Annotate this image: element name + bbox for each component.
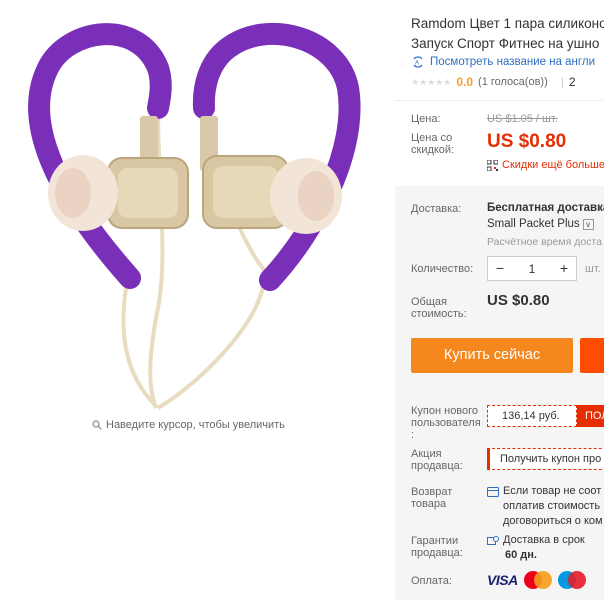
translate-title-link[interactable]: A Посмотреть название на англи <box>411 55 595 69</box>
total-label-line-2: стоимость: <box>411 308 467 320</box>
return-policy-icon <box>487 487 499 497</box>
guarantee-label: Гарантии продавца: <box>411 535 463 559</box>
returns-text-line-1: Если товар не соот <box>503 485 602 497</box>
quantity-increase-button[interactable]: + <box>552 257 576 280</box>
new-user-coupon-label-line-1: Купон нового <box>411 405 479 417</box>
product-title-line-2: Запуск Спорт Фитнес на ушно <box>411 36 600 51</box>
new-user-coupon-label-line-3: : <box>411 429 415 441</box>
buy-now-button[interactable]: Купить сейчас <box>411 338 573 373</box>
zoom-hint: Наведите курсор, чтобы увеличить <box>92 419 285 431</box>
shipping-label: Доставка: <box>411 203 462 215</box>
chevron-down-icon[interactable]: ∨ <box>582 218 594 230</box>
shipping-method-text[interactable]: Small Packet Plus <box>487 218 580 230</box>
guarantee-text: Доставка в срок <box>503 534 585 546</box>
product-title-line-1: Ramdom Цвет 1 пара силиконо <box>411 16 604 31</box>
seller-coupon-button[interactable]: Получить купон про <box>487 448 604 470</box>
original-price: US $1.05 / шт. <box>487 113 558 125</box>
rating-votes-link[interactable]: (1 голоса(ов)) <box>478 76 548 88</box>
zoom-hint-text: Наведите курсор, чтобы увеличить <box>106 419 285 431</box>
discount-price-label-line-1: Цена со <box>411 132 453 144</box>
add-to-cart-button[interactable] <box>580 338 604 373</box>
shipping-title: Бесплатная доставка <box>487 202 604 214</box>
returns-text-line-2: оплатив стоимость <box>503 500 601 512</box>
returns-policy-text: Если товар не соот оплатив стоимость дог… <box>503 484 603 529</box>
discount-price-label-line-2: скидкой: <box>411 144 455 156</box>
magnifier-icon <box>92 420 102 430</box>
quantity-decrease-button[interactable]: − <box>488 257 512 280</box>
returns-label-line-2: товара <box>411 498 447 510</box>
rating-value: 0.0 <box>456 75 474 89</box>
seller-promo-label: Акция продавца: <box>411 448 463 472</box>
returns-text-line-3: договориться о ком <box>503 515 603 527</box>
delivery-clock-icon <box>487 536 499 545</box>
rating-stars-icon: ★★★★★ <box>411 76 452 87</box>
payment-label: Оплата: <box>411 575 452 587</box>
price-label: Цена: <box>411 113 441 125</box>
quantity-label: Количество: <box>411 263 474 275</box>
purchase-options: Доставка: Бесплатная доставка Small Pack… <box>395 186 604 600</box>
qr-code-icon <box>487 159 498 171</box>
mastercard-icon <box>523 571 552 589</box>
svg-text:A: A <box>415 61 419 67</box>
new-user-coupon-value: 136,14 руб. <box>487 405 577 427</box>
payment-methods: VISA <box>487 571 586 589</box>
app-discount-link[interactable]: Скидки ещё больше <box>487 159 604 171</box>
seller-promo-label-line-1: Акция <box>411 448 442 460</box>
quantity-input[interactable]: 1 <box>512 262 552 276</box>
product-image[interactable] <box>8 8 388 418</box>
total-label: Общая стоимость: <box>411 296 467 320</box>
quantity-unit: шт. <box>585 263 601 275</box>
orders-count: 2 <box>568 75 576 89</box>
divider: | <box>560 75 564 89</box>
total-label-line-1: Общая <box>411 296 447 308</box>
price-box: Цена: US $1.05 / шт. Цена со скидкой: US… <box>395 100 604 185</box>
seller-promo-label-line-2: продавца: <box>411 460 463 472</box>
new-user-coupon-label-line-2: пользователя <box>411 417 481 429</box>
delivery-guarantee: Доставка в срок 60 дн. <box>487 533 585 563</box>
shipping-eta: Расчётное время доста <box>487 236 602 248</box>
translate-icon: A <box>413 56 423 68</box>
maestro-icon <box>557 571 586 589</box>
guarantee-label-line-2: продавца: <box>411 547 463 559</box>
shipping-method-select[interactable]: Small Packet Plus ∨ <box>487 218 594 230</box>
product-title: Ramdom Цвет 1 пара силиконо Запуск Спорт… <box>411 14 604 54</box>
product-detail-panel: Ramdom Цвет 1 пара силиконо Запуск Спорт… <box>395 0 604 600</box>
guarantee-days: 60 дн. <box>505 549 537 561</box>
product-gallery: Наведите курсор, чтобы увеличить <box>0 0 395 600</box>
guarantee-label-line-1: Гарантии <box>411 535 459 547</box>
new-user-coupon-label: Купон нового пользователя : <box>411 405 481 441</box>
discount-price: US $0.80 <box>487 131 567 152</box>
quantity-stepper: − 1 + <box>487 256 577 281</box>
returns-policy: Если товар не соот оплатив стоимость дог… <box>487 484 604 529</box>
total-price: US $0.80 <box>487 292 550 309</box>
returns-label-line-1: Возврат <box>411 486 453 498</box>
rating-row: ★★★★★ 0.0 (1 голоса(ов)) | 2 <box>411 75 576 89</box>
discount-price-label: Цена со скидкой: <box>411 132 454 156</box>
visa-icon: VISA <box>487 572 518 588</box>
get-coupon-button[interactable]: ПОЛ <box>577 405 604 427</box>
returns-label: Возврат товара <box>411 486 452 510</box>
app-discount-text[interactable]: Скидки ещё больше <box>502 159 604 171</box>
translate-link-text[interactable]: Посмотреть название на англи <box>430 56 595 68</box>
